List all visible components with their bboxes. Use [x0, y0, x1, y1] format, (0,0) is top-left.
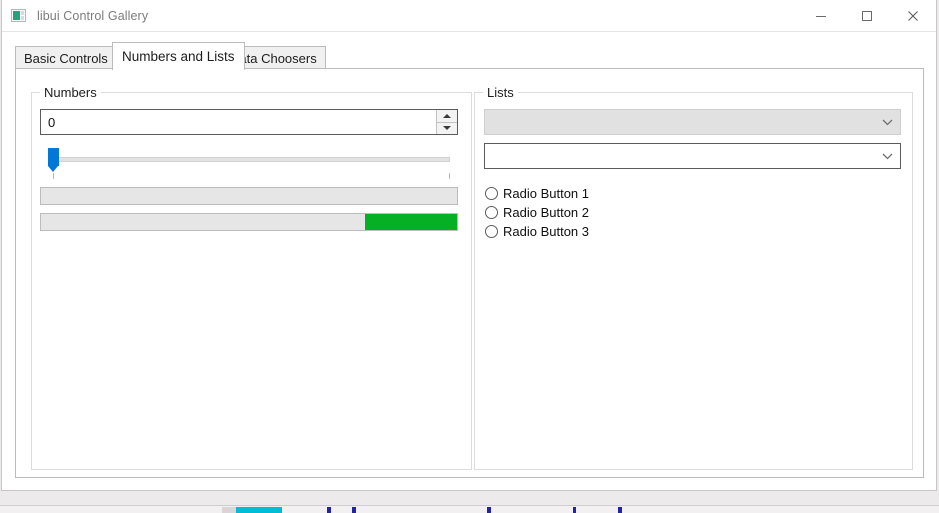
lists-group-label: Lists	[483, 85, 518, 100]
radio-circle-icon	[485, 225, 498, 238]
radio-button-1[interactable]: Radio Button 1	[485, 184, 589, 203]
triangle-down-icon	[443, 126, 451, 130]
numbers-group-body: 0	[31, 92, 472, 470]
slider[interactable]	[40, 147, 458, 177]
tab-strip: Basic Controls Numbers and Lists Data Ch…	[15, 44, 936, 69]
minimize-icon	[815, 10, 827, 22]
slider-thumb[interactable]	[48, 148, 59, 166]
window-title: libui Control Gallery	[37, 9, 148, 23]
radio-button-label: Radio Button 1	[503, 187, 589, 200]
radio-button-label: Radio Button 3	[503, 225, 589, 238]
app-window-icon	[11, 8, 27, 24]
taskbar-segment-blue-1	[327, 507, 331, 513]
taskbar-segment-accent	[236, 507, 282, 513]
radio-button-2[interactable]: Radio Button 2	[485, 203, 589, 222]
progress-bar-marquee-fill	[365, 214, 457, 230]
taskbar-segment-blue-3	[487, 507, 491, 513]
spinbox-buttons	[436, 110, 457, 134]
radio-button-label: Radio Button 2	[503, 206, 589, 219]
taskbar-segment-grey	[222, 507, 236, 513]
slider-tick-max	[449, 173, 450, 179]
taskbar-segment-blue-2	[352, 507, 356, 513]
app-icon-bar-top	[21, 11, 24, 15]
spinbox[interactable]: 0	[40, 109, 458, 135]
taskbar-segment-blue-4	[573, 507, 576, 513]
progress-bar-indeterminate	[40, 213, 458, 231]
tab-label: Numbers and Lists	[122, 49, 235, 64]
desktop-background: libui Control Gallery	[0, 0, 939, 513]
radio-circle-icon	[485, 187, 498, 200]
slider-track[interactable]	[50, 157, 450, 162]
tab-numbers-and-lists[interactable]: Numbers and Lists	[112, 42, 245, 70]
title-bar[interactable]: libui Control Gallery	[2, 0, 936, 32]
spinbox-decrement-button[interactable]	[437, 123, 457, 135]
window-controls	[798, 0, 936, 31]
tab-content-panel: Numbers 0	[15, 68, 924, 478]
minimize-button[interactable]	[798, 0, 844, 31]
spinbox-increment-button[interactable]	[437, 110, 457, 123]
triangle-up-icon	[443, 114, 451, 118]
chevron-down-icon[interactable]	[874, 152, 900, 160]
lists-group-body: Radio Button 1 Radio Button 2 Radio Butt…	[474, 92, 913, 470]
application-window: libui Control Gallery	[1, 0, 937, 491]
combobox-editable[interactable]	[484, 143, 901, 169]
app-icon-bar-bottom	[21, 16, 24, 20]
radio-circle-icon	[485, 206, 498, 219]
app-icon-square	[13, 11, 20, 20]
background-taskbar-sliver	[0, 505, 939, 513]
numbers-group-label: Numbers	[40, 85, 101, 100]
lists-group: Lists	[474, 85, 913, 470]
tab-label: Basic Controls	[24, 51, 108, 66]
chevron-down-icon[interactable]	[874, 118, 900, 126]
spinbox-value[interactable]: 0	[41, 110, 436, 134]
progress-bar	[40, 187, 458, 205]
slider-tick-min	[53, 173, 54, 179]
numbers-group: Numbers 0	[31, 85, 472, 470]
maximize-button[interactable]	[844, 0, 890, 31]
tab-basic-controls[interactable]: Basic Controls	[15, 46, 117, 69]
maximize-icon	[861, 10, 873, 22]
taskbar-segment-blue-5	[618, 507, 622, 513]
close-button[interactable]	[890, 0, 936, 31]
close-icon	[907, 10, 919, 22]
radio-button-3[interactable]: Radio Button 3	[485, 222, 589, 241]
combobox-readonly[interactable]	[484, 109, 901, 135]
